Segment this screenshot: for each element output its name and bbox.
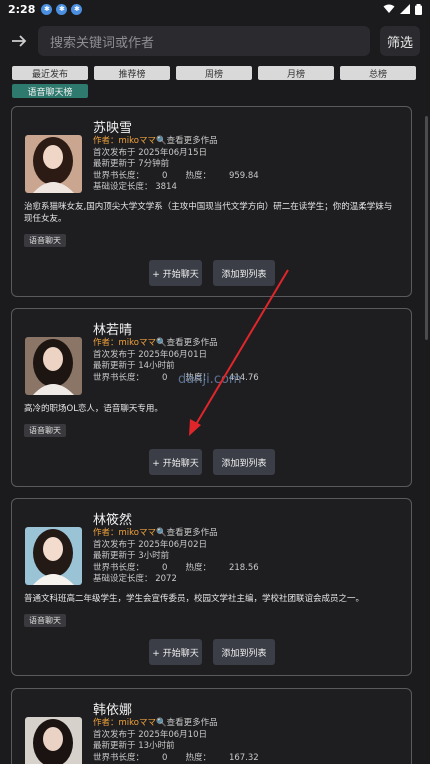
character-meta: 作者：mikoママ🔍查看更多作品 首次发布于 2025年06月10日 最新更新于… — [93, 718, 259, 763]
voice-chat-tag: 语音聊天 — [24, 234, 66, 247]
more-works-link: 🔍查看更多作品 — [155, 528, 218, 538]
character-name: 林筱然 — [93, 513, 133, 528]
base-length: 3814 — [155, 182, 177, 192]
avatar[interactable] — [25, 135, 82, 193]
add-to-list-button[interactable]: 添加到列表 — [213, 449, 275, 475]
first-publish-date: 2025年06月10日 — [138, 729, 207, 740]
start-chat-button[interactable]: + 开始聊天 — [149, 449, 202, 475]
tab-recent[interactable]: 最近发布 — [12, 66, 88, 80]
author-name: mikoママ — [118, 718, 156, 728]
notification-icon: ✱ — [71, 3, 83, 15]
character-name: 林若晴 — [93, 323, 133, 338]
author-name: mikoママ — [118, 528, 156, 538]
more-works-link: 🔍查看更多作品 — [155, 338, 218, 348]
last-update: 13小时前 — [138, 741, 175, 751]
last-update: 14小时前 — [138, 361, 175, 371]
signal-icon — [400, 4, 410, 14]
first-publish-date: 2025年06月02日 — [138, 539, 207, 550]
author-name: mikoママ — [118, 338, 156, 348]
character-description: 普通文科班高二年级学生，学生会宣传委员，校园文学社主编，学校社团联谊会成员之一。 — [24, 594, 365, 604]
add-to-list-button[interactable]: 添加到列表 — [213, 639, 275, 665]
base-length: 2072 — [155, 574, 177, 584]
tab-voice-chat[interactable]: 语音聊天榜 — [12, 84, 88, 98]
author-line[interactable]: 作者：mikoママ🔍查看更多作品 — [93, 338, 259, 350]
wifi-icon — [383, 4, 395, 13]
last-update: 7分钟前 — [138, 159, 170, 169]
filter-button[interactable]: 筛选 — [380, 26, 420, 56]
more-works-link: 🔍查看更多作品 — [155, 136, 218, 146]
character-card[interactable]: 林筱然 作者：mikoママ🔍查看更多作品 首次发布于 2025年06月02日 最… — [11, 498, 412, 676]
character-description: 高冷的职场OL恋人，语音聊天专用。 — [24, 404, 163, 414]
status-time: 2:28 — [8, 2, 36, 16]
last-update: 3小时前 — [138, 551, 170, 561]
start-chat-button[interactable]: + 开始聊天 — [149, 260, 202, 286]
more-works-link: 🔍查看更多作品 — [155, 718, 218, 728]
avatar-face — [43, 347, 63, 371]
ranking-tabs: 最近发布 推荐榜 周榜 月榜 总榜 — [0, 62, 430, 80]
avatar[interactable] — [25, 337, 82, 395]
tab-monthly[interactable]: 月榜 — [258, 66, 334, 80]
start-chat-button[interactable]: + 开始聊天 — [149, 639, 202, 665]
author-name: mikoママ — [118, 136, 156, 146]
character-name: 苏映雪 — [93, 121, 133, 136]
search-placeholder: 搜索关键词或作者 — [50, 35, 155, 51]
watermark: danji.com — [178, 372, 242, 387]
ranking-tabs-row2: 语音聊天榜 — [0, 80, 430, 98]
search-bar: 搜索关键词或作者 筛选 — [0, 18, 430, 62]
character-meta: 作者：mikoママ🔍查看更多作品 首次发布于 2025年06月15日 最新更新于… — [93, 136, 259, 192]
character-description: 治愈系猫咪女友,国内顶尖大学文学系（主攻中国现当代文学方向）研二在读学生；你的温… — [24, 202, 393, 224]
notification-icon: ✱ — [41, 3, 53, 15]
character-card[interactable]: 苏映雪 作者：mikoママ🔍查看更多作品 首次发布于 2025年06月15日 最… — [11, 106, 412, 297]
add-to-list-button[interactable]: 添加到列表 — [213, 260, 275, 286]
character-card[interactable]: 韩依娜 作者：mikoママ🔍查看更多作品 首次发布于 2025年06月10日 最… — [11, 688, 412, 764]
author-line[interactable]: 作者：mikoママ🔍查看更多作品 — [93, 136, 259, 148]
avatar-face — [43, 727, 63, 751]
tab-recommended[interactable]: 推荐榜 — [94, 66, 170, 80]
avatar-face — [43, 145, 63, 169]
scrollbar[interactable] — [425, 116, 428, 340]
voice-chat-tag: 语音聊天 — [24, 424, 66, 437]
tab-total[interactable]: 总榜 — [340, 66, 416, 80]
voice-chat-tag: 语音聊天 — [24, 614, 66, 627]
battery-icon — [415, 3, 422, 15]
first-publish-date: 2025年06月01日 — [138, 349, 207, 360]
notification-icon: ✱ — [56, 3, 68, 15]
author-line[interactable]: 作者：mikoママ🔍查看更多作品 — [93, 718, 259, 730]
character-card[interactable]: 林若晴 作者：mikoママ🔍查看更多作品 首次发布于 2025年06月01日 最… — [11, 308, 412, 487]
author-line[interactable]: 作者：mikoママ🔍查看更多作品 — [93, 528, 259, 540]
avatar-face — [43, 537, 63, 561]
tab-weekly[interactable]: 周榜 — [176, 66, 252, 80]
search-input[interactable]: 搜索关键词或作者 — [38, 26, 370, 56]
character-name: 韩依娜 — [93, 703, 133, 718]
avatar[interactable] — [25, 527, 82, 585]
character-meta: 作者：mikoママ🔍查看更多作品 首次发布于 2025年06月02日 最新更新于… — [93, 528, 259, 584]
back-arrow-icon[interactable] — [8, 30, 30, 52]
first-publish-date: 2025年06月15日 — [138, 147, 207, 158]
status-bar: 2:28 ✱ ✱ ✱ — [0, 0, 430, 18]
avatar[interactable] — [25, 717, 82, 764]
